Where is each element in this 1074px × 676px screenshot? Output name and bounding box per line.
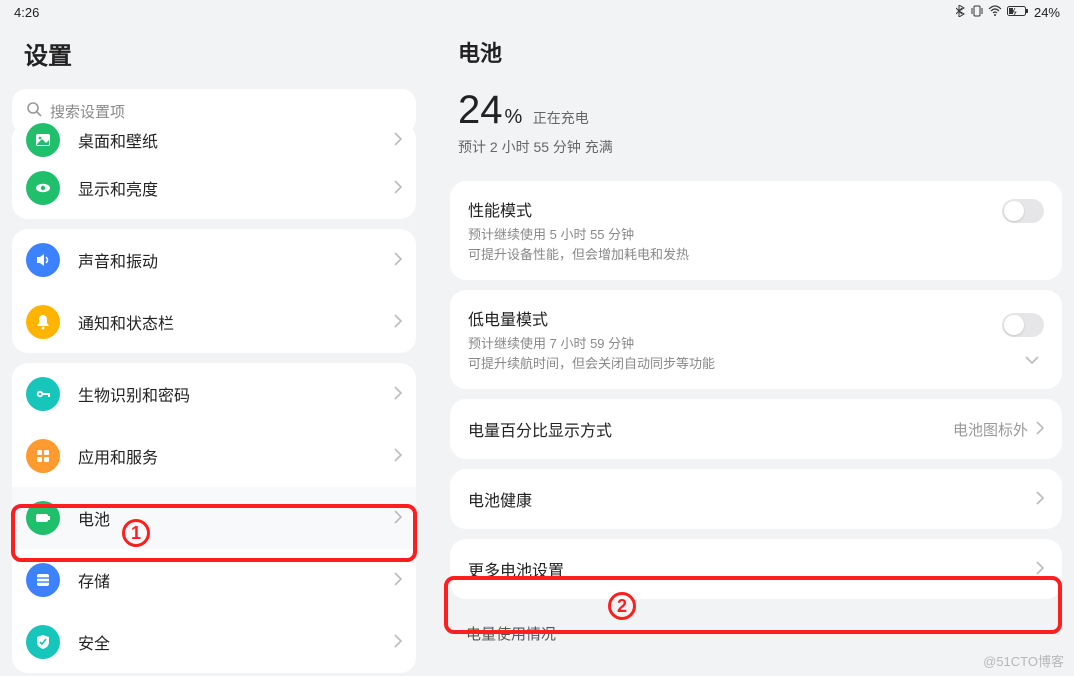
low-power-mode-row[interactable]: 低电量模式 预计继续使用 7 小时 59 分钟 可提升续航时间，但会关闭自动同步… (450, 290, 1062, 389)
sidebar-item-wallpaper[interactable]: 桌面和壁纸 (12, 123, 416, 171)
percent-display-row[interactable]: 电量百分比显示方式 电池图标外 (450, 399, 1062, 459)
chevron-down-icon[interactable] (1025, 351, 1039, 369)
battery-health-title: 电池健康 (468, 487, 1036, 511)
sidebar-item-label: 安全 (78, 630, 394, 654)
sidebar-item-label: 存储 (78, 568, 394, 592)
status-bar: 4:26 24% (0, 0, 1074, 24)
watermark: @51CTO博客 (983, 651, 1064, 670)
battery-icon (26, 501, 60, 535)
sidebar-item-sound[interactable]: 声音和振动 (12, 229, 416, 291)
sidebar-item-label: 生物识别和密码 (78, 382, 394, 406)
sidebar-item-label: 显示和亮度 (78, 176, 394, 200)
sidebar-item-label: 通知和状态栏 (78, 310, 394, 334)
sidebar-item-security[interactable]: 安全 (12, 611, 416, 673)
perf-mode-desc: 可提升设备性能，但会增加耗电和发热 (468, 245, 1002, 265)
perf-mode-toggle[interactable] (1002, 199, 1044, 223)
key-icon (26, 377, 60, 411)
perf-mode-title: 性能模式 (468, 197, 1002, 221)
usage-section-label: 电量使用情况 (448, 609, 1064, 644)
eye-icon (26, 171, 60, 205)
low-mode-estimate: 预计继续使用 7 小时 59 分钟 (468, 334, 1002, 354)
search-icon (26, 101, 42, 121)
sidebar-item-apps[interactable]: 应用和服务 (12, 425, 416, 487)
chevron-right-icon (394, 312, 402, 333)
sidebar-item-display[interactable]: 显示和亮度 (12, 171, 416, 219)
chevron-right-icon (394, 178, 402, 199)
pct-display-title: 电量百分比显示方式 (468, 417, 953, 441)
page-title: 设置 (10, 24, 418, 89)
pane-title: 电池 (448, 24, 1064, 80)
percent-unit: % (505, 106, 523, 128)
vibrate-icon (971, 5, 983, 20)
bell-icon (26, 305, 60, 339)
sidebar-item-label: 桌面和壁纸 (78, 128, 394, 152)
chevron-right-icon (394, 508, 402, 529)
settings-group: 声音和振动 通知和状态栏 (12, 229, 416, 353)
settings-sidebar: 设置 搜索设置项 桌面和壁纸 显示和亮度 (0, 24, 428, 676)
settings-group: 桌面和壁纸 显示和亮度 (12, 123, 416, 219)
chevron-right-icon (1036, 559, 1044, 580)
battery-percentage: 24% 正在充电 预计 2 小时 55 分钟 充满 (448, 80, 1064, 171)
search-placeholder: 搜索设置项 (50, 101, 125, 122)
bluetooth-icon (956, 5, 966, 20)
perf-mode-estimate: 预计继续使用 5 小时 55 分钟 (468, 225, 1002, 245)
performance-mode-row[interactable]: 性能模式 预计继续使用 5 小时 55 分钟 可提升设备性能，但会增加耗电和发热 (450, 181, 1062, 280)
settings-group: 生物识别和密码 应用和服务 电池 存储 (12, 363, 416, 673)
annotation-marker-1: 1 (122, 519, 150, 547)
sidebar-item-label: 声音和振动 (78, 248, 394, 272)
chevron-right-icon (1036, 489, 1044, 510)
chevron-right-icon (394, 250, 402, 271)
more-battery-title: 更多电池设置 (468, 557, 1036, 581)
full-charge-estimate: 预计 2 小时 55 分钟 充满 (458, 137, 1054, 157)
battery-icon (1007, 5, 1029, 20)
image-icon (26, 123, 60, 157)
sidebar-item-battery[interactable]: 电池 (12, 487, 416, 549)
shield-icon (26, 625, 60, 659)
wifi-icon (988, 5, 1002, 20)
sidebar-item-label: 应用和服务 (78, 444, 394, 468)
sidebar-item-biometric[interactable]: 生物识别和密码 (12, 363, 416, 425)
pct-display-value: 电池图标外 (953, 419, 1028, 440)
battery-percent-value: 24 (458, 88, 503, 133)
battery-pane: 电池 24% 正在充电 预计 2 小时 55 分钟 充满 性能模式 预计继续使用… (428, 24, 1074, 676)
chevron-right-icon (394, 130, 402, 151)
annotation-marker-2: 2 (608, 592, 636, 620)
speaker-icon (26, 243, 60, 277)
sidebar-item-storage[interactable]: 存储 (12, 549, 416, 611)
battery-health-row[interactable]: 电池健康 (450, 469, 1062, 529)
status-battery-pct: 24% (1034, 5, 1060, 20)
chevron-right-icon (394, 632, 402, 653)
storage-icon (26, 563, 60, 597)
grid-icon (26, 439, 60, 473)
charging-status: 正在充电 (533, 110, 589, 126)
sidebar-item-notifications[interactable]: 通知和状态栏 (12, 291, 416, 353)
low-mode-toggle[interactable] (1002, 313, 1044, 337)
chevron-right-icon (1036, 419, 1044, 440)
status-time: 4:26 (14, 5, 39, 20)
more-battery-settings-row[interactable]: 更多电池设置 (450, 539, 1062, 599)
low-mode-title: 低电量模式 (468, 306, 1002, 330)
chevron-right-icon (394, 384, 402, 405)
chevron-right-icon (394, 570, 402, 591)
chevron-right-icon (394, 446, 402, 467)
low-mode-desc: 可提升续航时间，但会关闭自动同步等功能 (468, 354, 1002, 374)
